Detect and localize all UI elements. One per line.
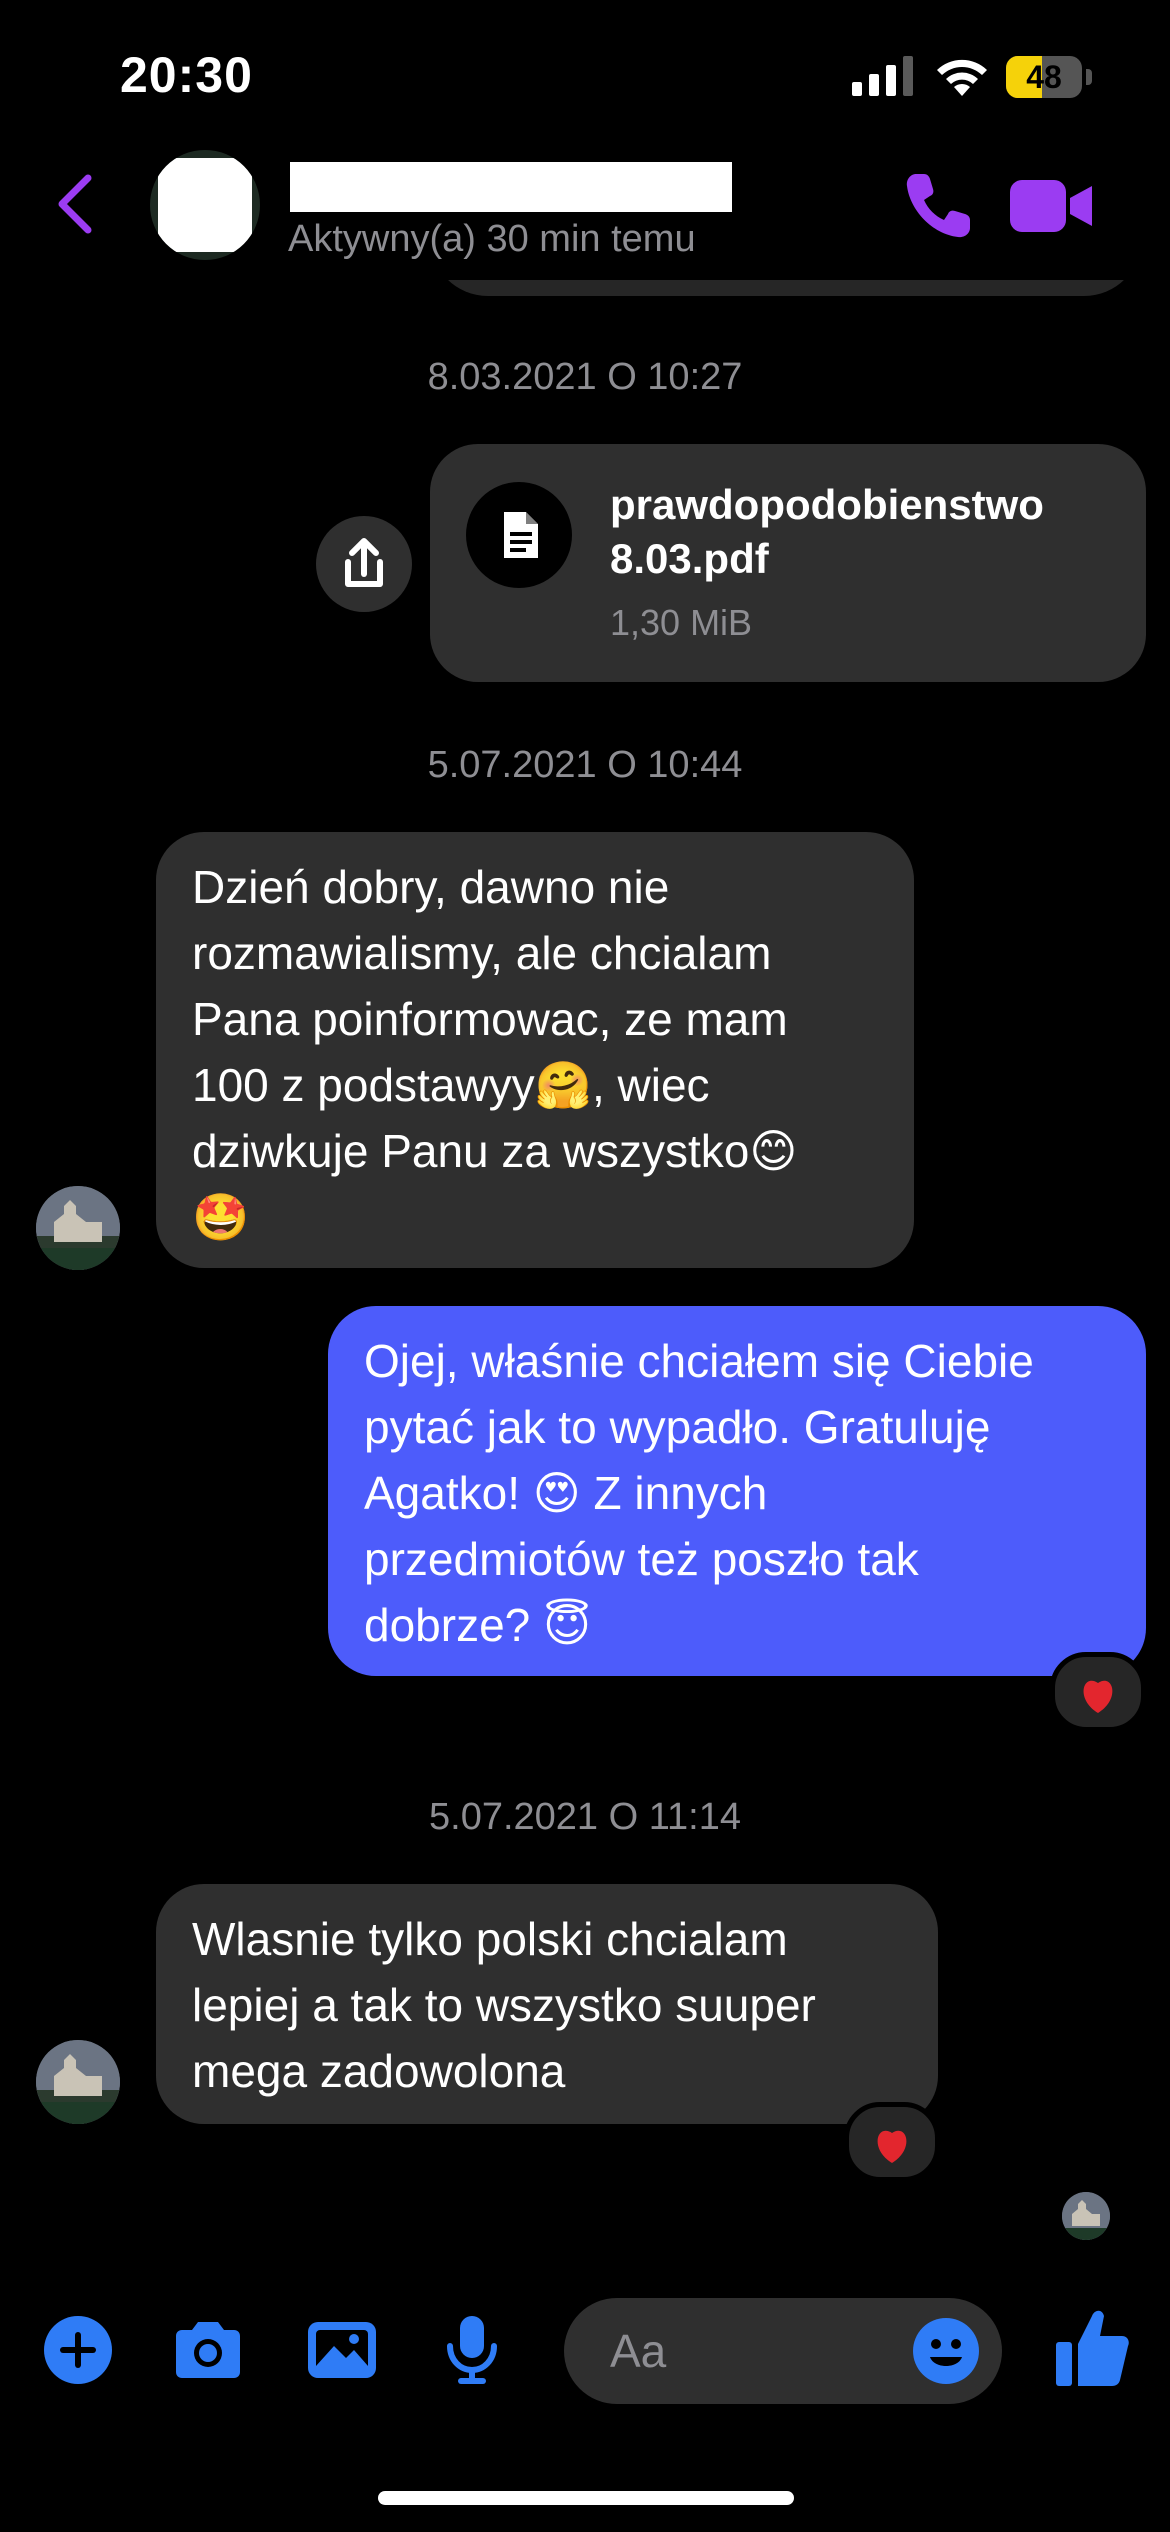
share-button[interactable]: [316, 516, 412, 612]
hug-emoji: 🤗: [534, 1059, 592, 1111]
contact-avatar[interactable]: [150, 150, 260, 260]
timestamp-divider: 8.03.2021 O 10:27: [427, 356, 743, 398]
battery-level-text: 48: [1026, 59, 1062, 95]
camera-icon[interactable]: [172, 2314, 244, 2386]
cellular-signal-icon: [852, 56, 913, 96]
file-attachment[interactable]: prawdopodobienstwo 8.03.pdf 1,30 MiB: [430, 444, 1146, 682]
sender-avatar[interactable]: [36, 2040, 120, 2124]
contact-active-status: Aktywny(a) 30 min temu: [288, 218, 696, 260]
heart-icon: [877, 2130, 907, 2163]
incoming-message-bubble[interactable]: Wlasnie tylko polski chcialam lepiej a t…: [156, 1884, 938, 2124]
message-input[interactable]: Aa: [564, 2298, 1002, 2404]
sender-avatar[interactable]: [36, 1186, 120, 1270]
outgoing-message-bubble[interactable]: Ojej, właśnie chciałem się Ciebie pytać …: [328, 1306, 1146, 1676]
star-struck-emoji: 🤩: [192, 1191, 250, 1243]
plus-icon[interactable]: [42, 2314, 114, 2386]
message-input-placeholder: Aa: [610, 2325, 667, 2377]
microphone-icon[interactable]: [436, 2314, 508, 2386]
battery-indicator: 48: [1006, 56, 1092, 98]
home-indicator: [378, 2491, 794, 2505]
heart-icon: [1083, 1680, 1113, 1713]
file-name: prawdopodobienstwo 8.03.pdf: [610, 481, 1044, 582]
status-time: 20:30: [120, 47, 253, 103]
emoji-icon[interactable]: [912, 2317, 980, 2385]
share-icon: [345, 538, 383, 587]
halo-emoji: 😇: [543, 1599, 591, 1651]
wifi-icon: [937, 59, 987, 96]
video-camera-icon[interactable]: [1010, 176, 1094, 236]
message-text: Wlasnie tylko polski chcialam lepiej a t…: [192, 1913, 816, 2097]
image-icon[interactable]: [306, 2314, 378, 2386]
incoming-message-bubble[interactable]: Dzień dobry, dawno nie rozmawialismy, al…: [156, 832, 914, 1268]
contact-name-redacted[interactable]: [290, 162, 732, 212]
thumbs-up-icon[interactable]: [1054, 2306, 1130, 2388]
chevron-left-icon[interactable]: [52, 172, 96, 236]
heart-eyes-emoji: 😍: [532, 1467, 581, 1519]
heart-reaction[interactable]: [1050, 1652, 1146, 1732]
smile-emoji: 😊: [749, 1125, 798, 1177]
read-receipt-avatar: [1062, 2192, 1110, 2240]
phone-icon[interactable]: [902, 170, 974, 242]
file-size: 1,30 MiB: [610, 602, 753, 643]
avatar-redaction: [158, 158, 252, 252]
heart-reaction[interactable]: [844, 2102, 940, 2182]
timestamp-divider: 5.07.2021 O 11:14: [429, 1796, 741, 1838]
timestamp-divider: 5.07.2021 O 10:44: [427, 744, 743, 786]
document-icon: [466, 482, 572, 588]
